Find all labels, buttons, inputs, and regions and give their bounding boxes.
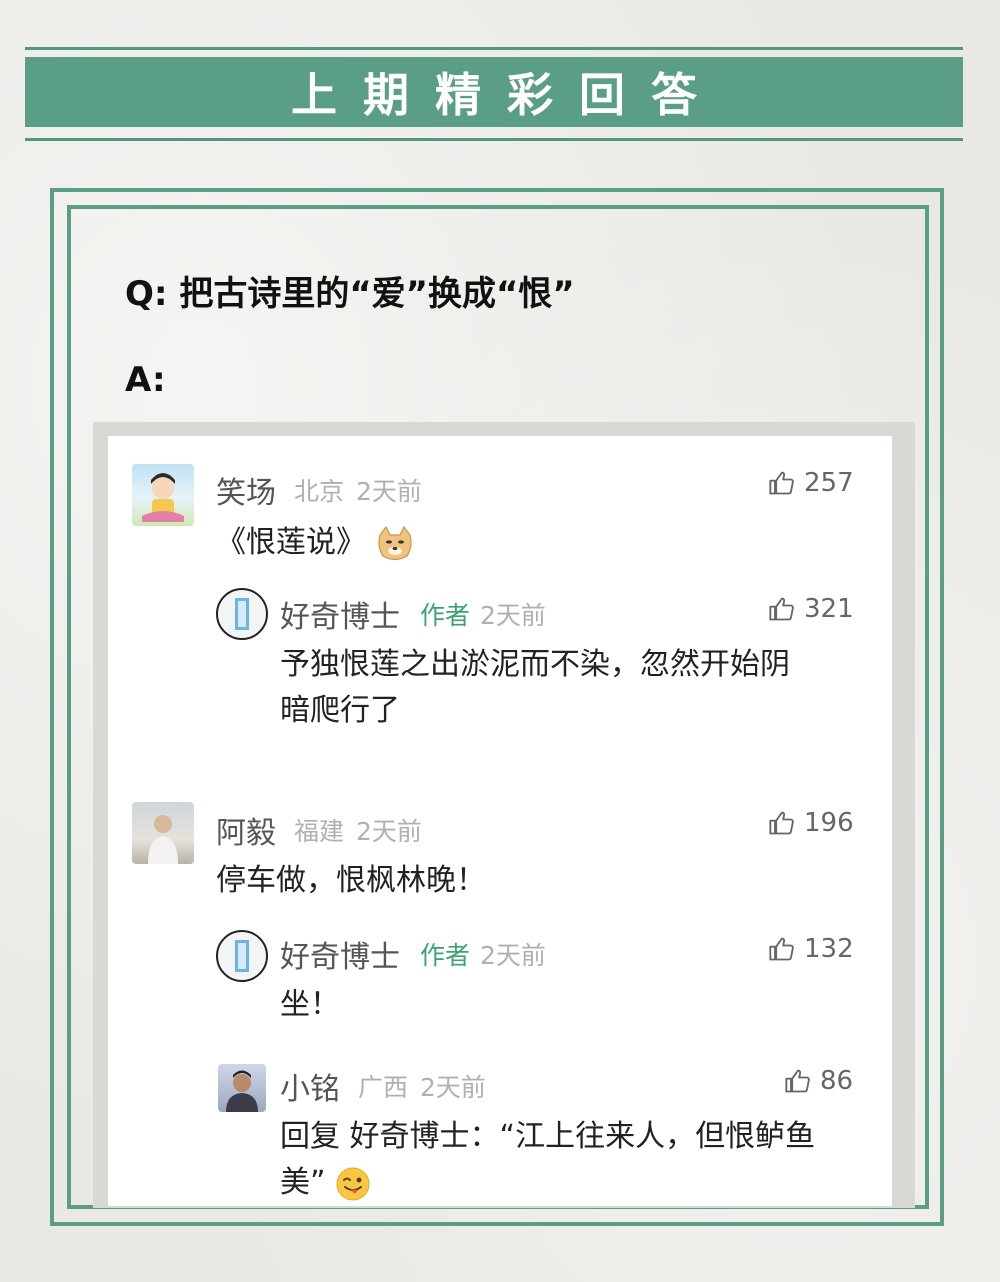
author-tag: 作者 (420, 941, 471, 970)
comment-text: 回复 好奇博士：“江上往来人，但恨鲈鱼 美” (280, 1114, 815, 1206)
doge-emoji-icon (377, 525, 412, 560)
like-button[interactable]: 132 (768, 934, 854, 964)
door-avatar-icon (235, 598, 249, 630)
avatar[interactable] (132, 464, 194, 526)
comment-time: 2天前 (356, 477, 422, 506)
comment-text-line: 回复 好奇博士：“江上往来人，但恨鲈鱼 (280, 1119, 816, 1154)
header-banner: 上期精彩回答 (25, 57, 963, 127)
banner-top-rule (25, 47, 963, 50)
comment-text: 停车做，恨枫林晚！ (216, 863, 486, 898)
comment-time: 2天前 (356, 817, 422, 846)
thumbs-up-icon (769, 471, 794, 495)
photo-avatar-icon (148, 815, 178, 864)
like-count: 132 (804, 934, 854, 964)
comment-text-line: 予独恨莲之出淤泥而不染，忽然开始阴 (280, 647, 790, 682)
like-button[interactable]: 321 (768, 594, 854, 624)
like-button[interactable]: 257 (768, 468, 854, 498)
like-count: 257 (804, 468, 854, 498)
avatar[interactable] (216, 930, 268, 982)
like-count: 321 (804, 594, 854, 624)
author-tag: 作者 (420, 601, 471, 630)
avatar[interactable] (132, 802, 194, 864)
thumbs-up-icon (769, 937, 794, 961)
comment-screenshot: 笑场 北京 2天前 257 《恨莲说》 好奇博士 作者 2天前 321 予独恨莲… (108, 436, 892, 1206)
cartoon-avatar-icon (142, 473, 184, 522)
commenter-name[interactable]: 好奇博士 (280, 932, 400, 976)
photo-avatar-icon (226, 1070, 258, 1112)
comment-text-content: 《恨莲说》 (216, 525, 366, 560)
banner-bottom-rule (25, 138, 963, 141)
commenter-name[interactable]: 阿毅 (216, 808, 276, 852)
like-count: 196 (804, 808, 854, 838)
like-button[interactable]: 86 (784, 1066, 853, 1096)
comment-text: 予独恨莲之出淤泥而不染，忽然开始阴 暗爬行了 (280, 642, 790, 734)
question-text: Q: 把古诗里的“爱”换成“恨” (125, 274, 575, 314)
like-count: 86 (820, 1066, 854, 1096)
comment-time: 2天前 (480, 601, 546, 630)
thumbs-up-icon (769, 811, 794, 835)
commenter-name[interactable]: 笑场 (216, 468, 276, 512)
answer-label: A: (125, 360, 166, 400)
commenter-name[interactable]: 小铭 (280, 1064, 340, 1108)
commenter-name[interactable]: 好奇博士 (280, 592, 400, 636)
wink-tongue-emoji-icon (336, 1167, 370, 1200)
thumbs-up-icon (769, 597, 794, 621)
banner-title: 上期精彩回答 (291, 68, 723, 122)
like-button[interactable]: 196 (768, 808, 854, 838)
commenter-location: 广西 (358, 1073, 409, 1102)
thumbs-up-icon (785, 1069, 810, 1093)
comment-text-line: 暗爬行了 (280, 693, 400, 728)
commenter-location: 福建 (294, 817, 345, 846)
comment-text: 《恨莲说》 (216, 520, 414, 566)
comment-time: 2天前 (480, 941, 546, 970)
comment-text: 坐！ (280, 987, 340, 1022)
comment-text-line: 美” (280, 1160, 815, 1206)
comment-text-content: 美” (280, 1165, 326, 1200)
door-avatar-icon (235, 940, 249, 972)
avatar[interactable] (218, 1064, 266, 1112)
commenter-location: 北京 (294, 477, 345, 506)
comment-time: 2天前 (420, 1073, 486, 1102)
avatar[interactable] (216, 588, 268, 640)
